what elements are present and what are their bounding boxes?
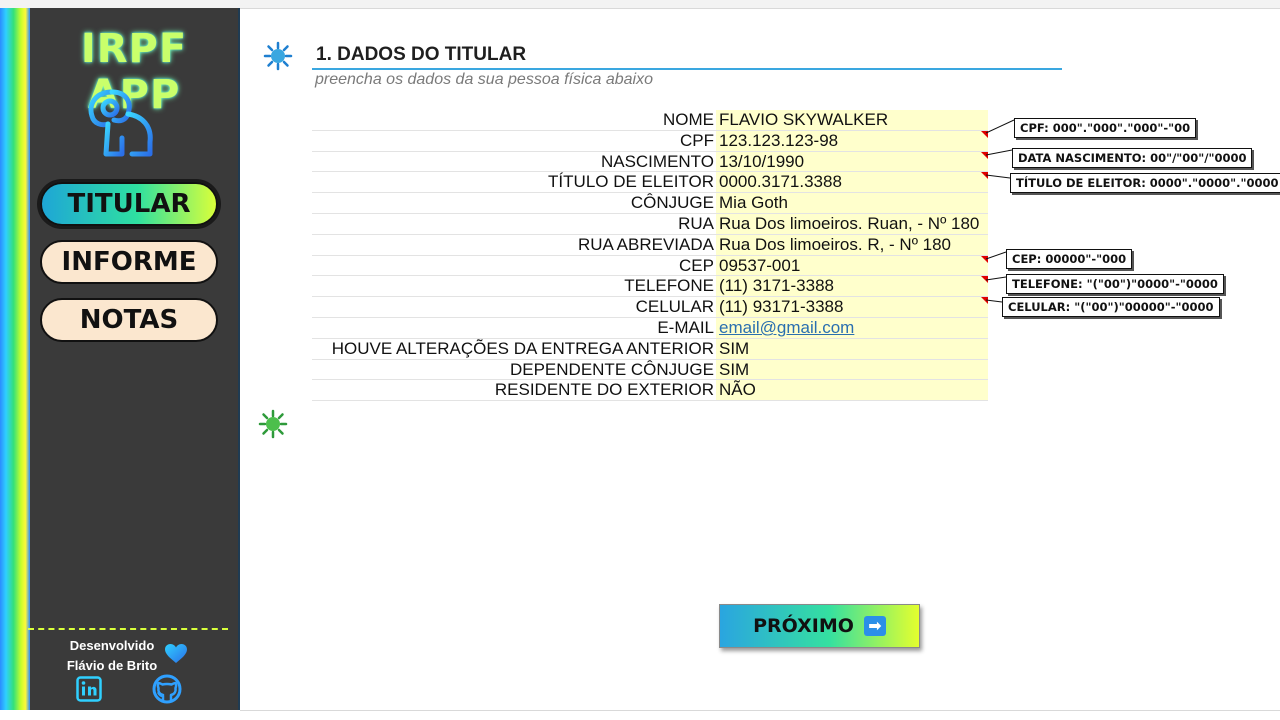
github-icon[interactable] bbox=[152, 674, 182, 704]
cpf-format-note: CPF: 000"."000"."000"-"00 bbox=[1014, 118, 1197, 138]
field-label: CÔNJUGE bbox=[630, 193, 714, 213]
lion-logo-icon bbox=[88, 89, 153, 157]
form-row-celular: CELULAR (11) 93171-3388 bbox=[312, 297, 988, 318]
field-label: DEPENDENTE CÔNJUGE bbox=[509, 359, 714, 379]
field-label: RUA bbox=[678, 213, 714, 233]
field-label: TÍTULO DE ELEITOR bbox=[548, 172, 714, 192]
gradient-stripe bbox=[0, 8, 30, 710]
nome-field[interactable]: FLAVIO SKYWALKER bbox=[716, 110, 988, 130]
nav-notas-button[interactable]: NOTAS bbox=[40, 298, 218, 342]
nascimento-field[interactable]: 13/10/1990 bbox=[716, 151, 988, 172]
form-row-nascimento: NASCIMENTO 13/10/1990 bbox=[312, 151, 988, 173]
form-row-conjuge: CÔNJUGE Mia Goth bbox=[312, 193, 988, 214]
field-label: E-MAIL bbox=[657, 317, 714, 337]
comment-indicator[interactable] bbox=[981, 151, 988, 159]
nav-titular-button[interactable]: TITULAR bbox=[40, 182, 218, 226]
form-row-telefone: TELEFONE (11) 3171-3388 bbox=[312, 276, 988, 298]
developer-credit: Desenvolvido Flávio de Brito bbox=[52, 636, 172, 676]
cep-value: 09537-001 bbox=[719, 255, 801, 275]
next-button-label: PRÓXIMO bbox=[753, 615, 854, 637]
form-row-rua-abreviada: RUA ABREVIADA Rua Dos limoeiros. R, - Nº… bbox=[312, 234, 988, 256]
form-row-cpf: CPF 123.123.123-98 bbox=[312, 130, 988, 152]
alteracoes-field[interactable]: SIM bbox=[716, 338, 988, 359]
comment-indicator[interactable] bbox=[981, 297, 988, 305]
email-field[interactable]: email@gmail.com bbox=[716, 317, 988, 338]
comment-indicator[interactable] bbox=[981, 130, 988, 138]
nav-informe-button[interactable]: INFORME bbox=[40, 240, 218, 284]
rua-field[interactable]: Rua Dos limoeiros. Ruan, - Nº 180 bbox=[716, 213, 988, 234]
field-label: RUA ABREVIADA bbox=[577, 234, 714, 254]
celular-value: (11) 93171-3388 bbox=[719, 297, 844, 317]
sun-bullet-icon bbox=[263, 41, 293, 71]
form-row-dependente: DEPENDENTE CÔNJUGE SIM bbox=[312, 359, 988, 381]
titulo-format-note: TÍTULO DE ELEITOR: 0000"."0000"."0000 bbox=[1010, 173, 1280, 193]
field-label: CELULAR bbox=[635, 297, 714, 317]
form-row-cep: CEP 09537-001 bbox=[312, 255, 988, 277]
field-label: TELEFONE bbox=[624, 276, 714, 296]
form-row-rua: RUA Rua Dos limoeiros. Ruan, - Nº 180 bbox=[312, 213, 988, 235]
next-button[interactable]: PRÓXIMO ➡ bbox=[719, 604, 920, 648]
form-row-nome: NOME FLAVIO SKYWALKER bbox=[312, 110, 988, 131]
form-row-titulo: TÍTULO DE ELEITOR 0000.3171.3388 bbox=[312, 172, 988, 194]
titular-form: NOME FLAVIO SKYWALKER CPF 123.123.123-98… bbox=[312, 110, 988, 402]
telefone-format-note: TELEFONE: "("00")"0000"-"0000 bbox=[1006, 274, 1224, 294]
residente-field[interactable]: NÃO bbox=[716, 380, 988, 401]
comment-indicator[interactable] bbox=[981, 172, 988, 180]
dependente-field[interactable]: SIM bbox=[716, 359, 988, 380]
form-row-residente: RESIDENTE DO EXTERIOR NÃO bbox=[312, 380, 988, 402]
heart-icon bbox=[165, 644, 187, 663]
developer-line-2: Flávio de Brito bbox=[66, 658, 158, 673]
conjuge-field[interactable]: Mia Goth bbox=[716, 193, 988, 213]
form-row-email: E-MAIL email@gmail.com bbox=[312, 317, 988, 339]
telefone-value: (11) 3171-3388 bbox=[719, 276, 834, 296]
cep-format-note: CEP: 00000"-"000 bbox=[1006, 249, 1133, 269]
sheet-bottom-line bbox=[240, 710, 1280, 711]
comment-indicator[interactable] bbox=[981, 276, 988, 284]
sun-green-icon bbox=[258, 409, 288, 439]
field-label: RESIDENTE DO EXTERIOR bbox=[494, 380, 714, 400]
celular-format-note: CELULAR: "("00")"00000"-"0000 bbox=[1002, 297, 1220, 317]
nascimento-value: 13/10/1990 bbox=[719, 151, 805, 171]
titulo-eleitor-field[interactable]: 0000.3171.3388 bbox=[716, 172, 988, 193]
right-arrow-icon: ➡ bbox=[863, 616, 886, 636]
cep-field[interactable]: 09537-001 bbox=[716, 255, 988, 276]
sidebar: IRPF APP TITULAR INFORME NOTAS Desenvolv… bbox=[28, 8, 240, 710]
field-label: CPF bbox=[680, 130, 714, 150]
celular-field[interactable]: (11) 93171-3388 bbox=[716, 297, 988, 317]
field-label: NASCIMENTO bbox=[600, 151, 714, 171]
form-row-alteracoes: HOUVE ALTERAÇÕES DA ENTREGA ANTERIOR SIM bbox=[312, 338, 988, 360]
sidebar-divider bbox=[28, 628, 228, 630]
field-label: HOUVE ALTERAÇÕES DA ENTREGA ANTERIOR bbox=[331, 338, 714, 358]
linkedin-icon[interactable] bbox=[76, 676, 102, 702]
cpf-value: 123.123.123-98 bbox=[719, 130, 839, 150]
cpf-field[interactable]: 123.123.123-98 bbox=[716, 130, 988, 151]
nascimento-format-note: DATA NASCIMENTO: 00"/"00"/"0000 bbox=[1012, 148, 1253, 168]
section-title: 1. DADOS DO TITULAR bbox=[316, 44, 527, 65]
titulo-value: 0000.3171.3388 bbox=[719, 172, 842, 192]
field-label: NOME bbox=[663, 110, 714, 129]
comment-indicator[interactable] bbox=[981, 255, 988, 263]
developer-line-1: Desenvolvido bbox=[69, 638, 155, 653]
section-underline bbox=[312, 68, 1062, 70]
section-subtitle: preencha os dados da sua pessoa física a… bbox=[315, 71, 654, 88]
rua-abreviada-field[interactable]: Rua Dos limoeiros. R, - Nº 180 bbox=[716, 234, 988, 255]
telefone-field[interactable]: (11) 3171-3388 bbox=[716, 276, 988, 297]
field-label: CEP bbox=[679, 255, 714, 275]
